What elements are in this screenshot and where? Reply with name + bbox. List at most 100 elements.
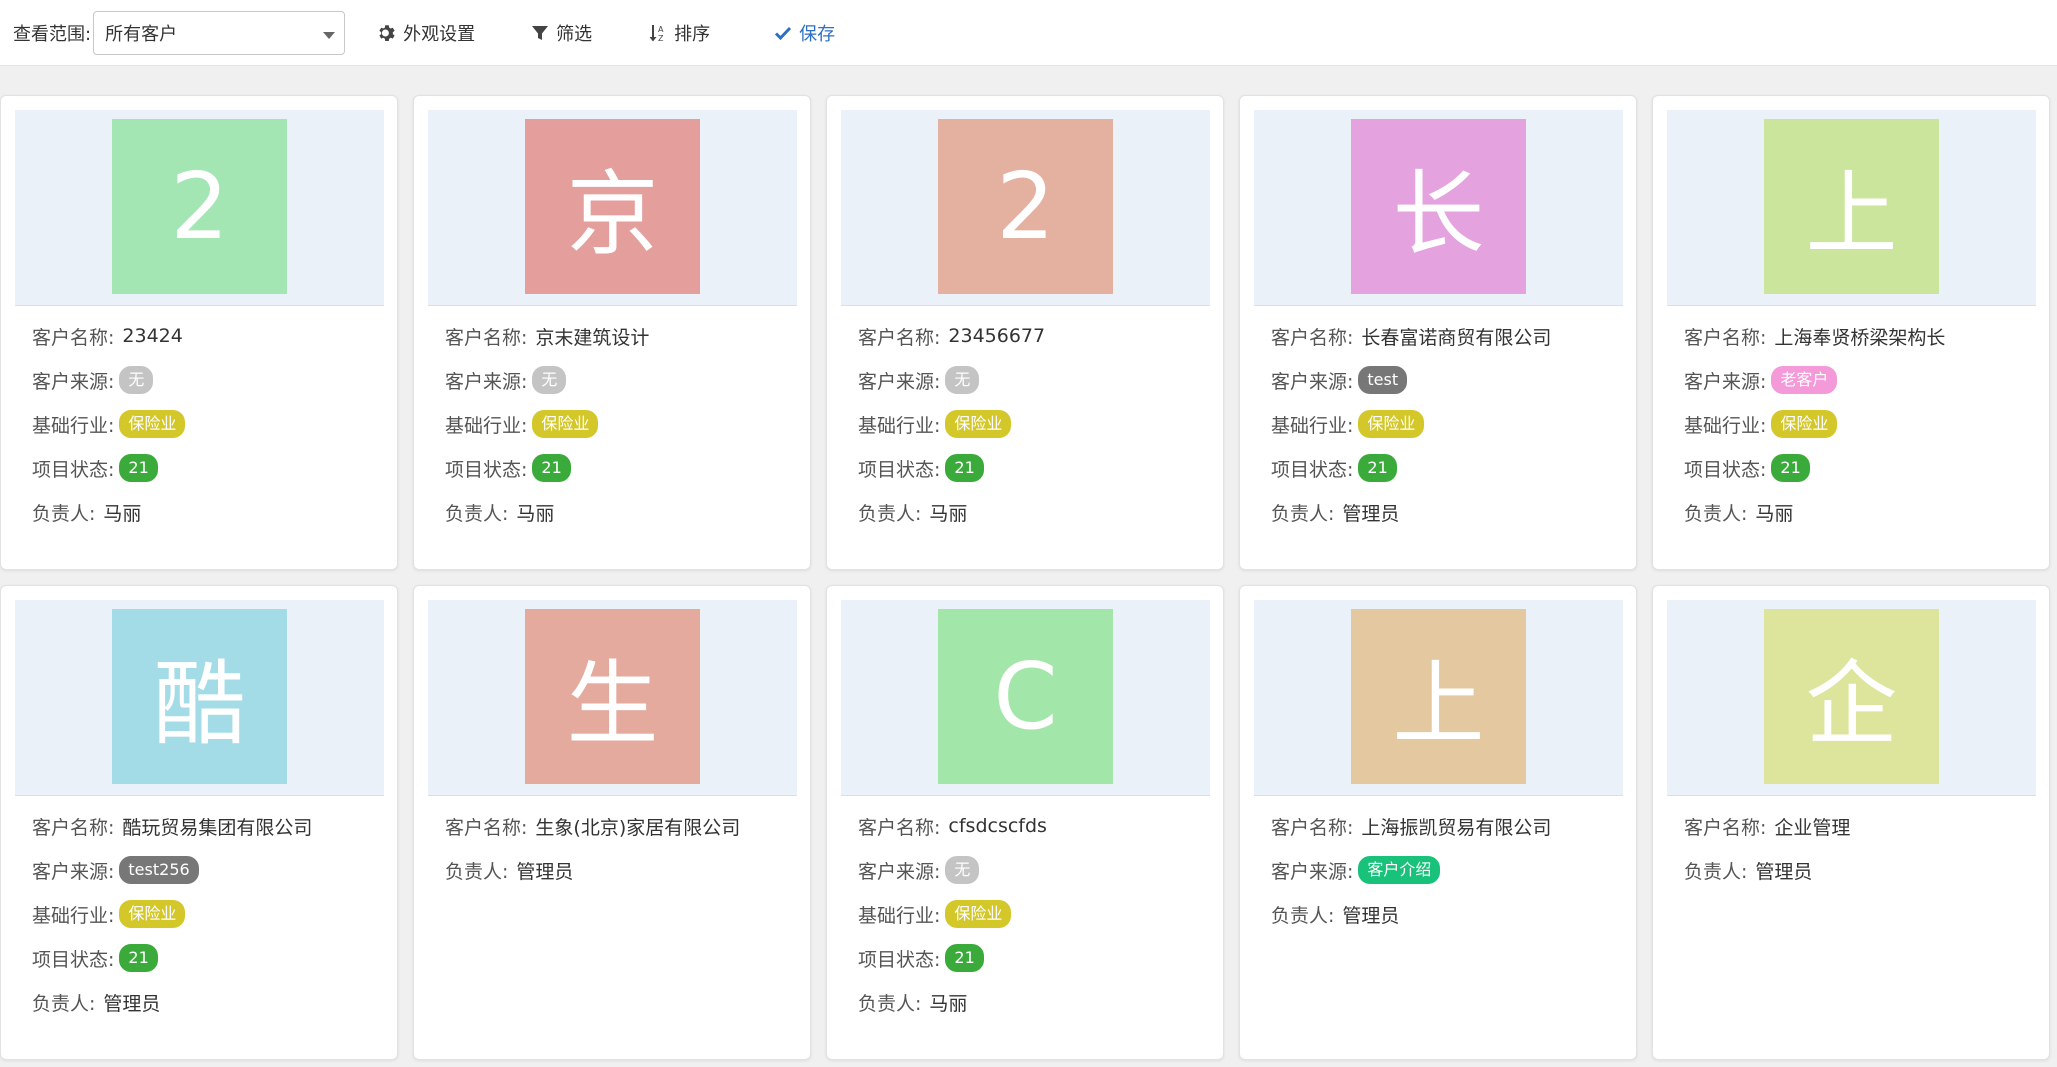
customer-name-field: 客户名称: 上海振凯贸易有限公司	[1271, 804, 1626, 848]
customer-source-field: 客户来源: test256	[32, 848, 387, 892]
owner-label: 负责人:	[1684, 502, 1748, 525]
customer-source-field: 客户来源: 老客户	[1684, 358, 2039, 402]
base-industry-label: 基础行业:	[1684, 414, 1767, 437]
owner-label: 负责人:	[858, 992, 922, 1015]
sort-label: 排序	[674, 23, 711, 45]
save-button[interactable]: 保存	[773, 13, 835, 53]
project-status-badge: 21	[1771, 454, 1810, 482]
customer-name-field: 客户名称: 上海奉贤桥梁架构长	[1684, 314, 2039, 358]
checkmark-icon	[775, 26, 792, 40]
project-status-label: 项目状态:	[445, 458, 528, 481]
customer-name-label: 客户名称:	[858, 326, 941, 349]
project-status-field: 项目状态: 21	[32, 446, 387, 490]
customer-card[interactable]: 企客户名称: 企业管理 负责人: 管理员	[1652, 585, 2050, 1060]
customer-card[interactable]: 2 客户名称: 23456677 客户来源: 无基础行业: 保险业 项目状态: 21 负责人: 马…	[826, 95, 1224, 570]
customer-name-field: 客户名称: 23456677	[858, 314, 1213, 358]
customer-source-badge: 无	[532, 366, 567, 394]
card-banner: C	[841, 600, 1210, 796]
project-status-badge: 21	[532, 454, 571, 482]
customer-source-badge: test256	[119, 856, 199, 884]
base-industry-label: 基础行业:	[858, 414, 941, 437]
customer-name-label: 客户名称:	[32, 816, 115, 839]
save-label: 保存	[799, 23, 836, 45]
customer-name-label: 客户名称:	[1271, 816, 1354, 839]
owner-value: 马丽	[103, 502, 142, 525]
base-industry-label: 基础行业:	[858, 904, 941, 927]
customer-card[interactable]: 上客户名称: 上海奉贤桥梁架构长 客户来源: 老客户 基础行业: 保险业 项目状态: 21 负责…	[1652, 95, 2050, 570]
customer-name-value: 京末建筑设计	[535, 326, 650, 349]
toolbar: 查看范围: 所有客户 外观设置 筛选 A Z 排序 保存	[0, 0, 2057, 66]
customer-card[interactable]: 酷客户名称: 酷玩贸易集团有限公司 客户来源: test256 基础行业: 保险业 项目状态…	[0, 585, 398, 1060]
gear-icon	[379, 24, 395, 41]
base-industry-field: 基础行业: 保险业	[1684, 402, 2039, 446]
customer-card[interactable]: 京客户名称: 京末建筑设计 客户来源: 无基础行业: 保险业 项目状态: 21 负责人: 马丽	[413, 95, 811, 570]
customer-name-label: 客户名称:	[1271, 326, 1354, 349]
customer-source-label: 客户来源:	[1684, 370, 1767, 393]
customer-avatar: C	[938, 609, 1113, 784]
owner-label: 负责人:	[445, 502, 509, 525]
owner-value: 马丽	[929, 502, 968, 525]
customer-card[interactable]: C 客户名称: cfsdcscfds 客户来源: 无基础行业: 保险业 项目状态: 21 负责人…	[826, 585, 1224, 1060]
customer-name-label: 客户名称:	[445, 816, 528, 839]
card-fields: 客户名称: 京末建筑设计 客户来源: 无基础行业: 保险业 项目状态: 21 负责人: 马丽	[445, 314, 800, 534]
project-status-badge: 21	[945, 944, 984, 972]
card-fields: 客户名称: 上海奉贤桥梁架构长 客户来源: 老客户 基础行业: 保险业 项目状态: 21 负责人…	[1684, 314, 2039, 534]
scope-select-value: 所有客户	[105, 23, 178, 45]
owner-field: 负责人: 马丽	[1684, 490, 2039, 534]
project-status-field: 项目状态: 21	[858, 936, 1213, 980]
base-industry-label: 基础行业:	[32, 414, 115, 437]
customer-name-value: 上海振凯贸易有限公司	[1361, 816, 1552, 839]
base-industry-label: 基础行业:	[445, 414, 528, 437]
sort-button[interactable]: A Z 排序	[648, 13, 710, 53]
customer-source-field: 客户来源: 客户介绍	[1271, 848, 1626, 892]
customer-name-label: 客户名称:	[32, 326, 115, 349]
customer-source-label: 客户来源:	[858, 860, 941, 883]
owner-value: 管理员	[1755, 860, 1813, 883]
customer-source-badge: 无	[945, 856, 980, 884]
card-banner: 2	[841, 110, 1210, 306]
customer-source-label: 客户来源:	[1271, 860, 1354, 883]
project-status-label: 项目状态:	[858, 458, 941, 481]
owner-field: 负责人: 管理员	[32, 980, 387, 1024]
card-fields: 客户名称: cfsdcscfds 客户来源: 无基础行业: 保险业 项目状态: 21 负责人:…	[858, 804, 1213, 1024]
customer-card[interactable]: 长客户名称: 长春富诺商贸有限公司 客户来源: test 基础行业: 保险业 项目状态: 21…	[1239, 95, 1637, 570]
customer-avatar: 上	[1351, 609, 1526, 784]
owner-value: 马丽	[1755, 502, 1794, 525]
owner-value: 管理员	[103, 992, 161, 1015]
base-industry-field: 基础行业: 保险业	[32, 892, 387, 936]
customer-name-field: 客户名称: 酷玩贸易集团有限公司	[32, 804, 387, 848]
base-industry-badge: 保险业	[119, 410, 186, 438]
owner-value: 管理员	[1342, 904, 1400, 927]
customer-source-badge: 无	[119, 366, 154, 394]
customer-source-badge: 客户介绍	[1358, 856, 1441, 884]
card-banner: 京	[428, 110, 797, 306]
customer-card[interactable]: 2 客户名称: 23424 客户来源: 无基础行业: 保险业 项目状态: 21 负责人: 马丽	[0, 95, 398, 570]
owner-field: 负责人: 管理员	[1271, 490, 1626, 534]
project-status-label: 项目状态:	[32, 458, 115, 481]
filter-button[interactable]: 筛选	[530, 13, 592, 53]
customer-source-badge: 无	[945, 366, 980, 394]
card-banner: 上	[1667, 110, 2036, 306]
base-industry-badge: 保险业	[119, 900, 186, 928]
base-industry-badge: 保险业	[1358, 410, 1425, 438]
project-status-field: 项目状态: 21	[32, 936, 387, 980]
owner-label: 负责人:	[32, 992, 96, 1015]
customer-name-label: 客户名称:	[1684, 326, 1767, 349]
customer-card[interactable]: 上客户名称: 上海振凯贸易有限公司 客户来源: 客户介绍 负责人: 管理员	[1239, 585, 1637, 1060]
customer-name-value: 酷玩贸易集团有限公司	[122, 816, 313, 839]
owner-field: 负责人: 马丽	[858, 490, 1213, 534]
customer-avatar: 京	[525, 119, 700, 294]
base-industry-field: 基础行业: 保险业	[32, 402, 387, 446]
scope-select[interactable]: 所有客户	[93, 10, 346, 55]
customer-name-value: 企业管理	[1774, 816, 1851, 839]
appearance-settings-button[interactable]: 外观设置	[377, 13, 475, 53]
project-status-badge: 21	[119, 944, 158, 972]
base-industry-field: 基础行业: 保险业	[445, 402, 800, 446]
customer-card[interactable]: 生客户名称: 生象(北京)家居有限公司 负责人: 管理员	[413, 585, 811, 1060]
project-status-field: 项目状态: 21	[445, 446, 800, 490]
card-fields: 客户名称: 酷玩贸易集团有限公司客户来源: test256 基础行业: 保险业 项目状态:…	[32, 804, 387, 1024]
owner-label: 负责人:	[858, 502, 922, 525]
customer-name-field: 客户名称: 京末建筑设计	[445, 314, 800, 358]
customer-avatar: 上	[1764, 119, 1939, 294]
customer-source-field: 客户来源: 无	[32, 358, 387, 402]
